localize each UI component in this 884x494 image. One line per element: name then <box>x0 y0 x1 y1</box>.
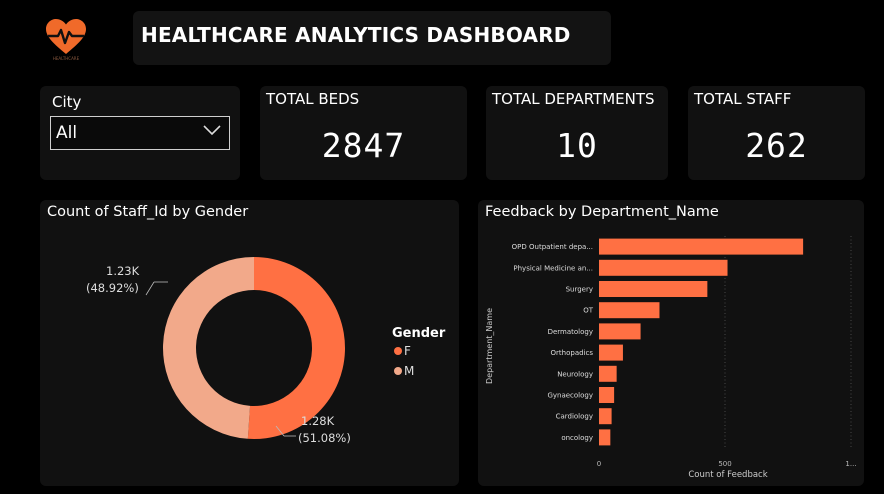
bar[interactable] <box>599 238 804 255</box>
bar[interactable] <box>599 365 617 382</box>
y-tick-label: Neurology <box>557 370 593 378</box>
legend-m-label[interactable]: M <box>404 364 414 378</box>
city-label: City <box>52 93 82 111</box>
legend-f-marker[interactable] <box>394 347 402 355</box>
total-staff-label: TOTAL STAFF <box>694 90 792 108</box>
y-tick-label: Cardiology <box>556 413 593 421</box>
y-tick-label: OT <box>583 307 594 315</box>
male-percent-label: (48.92%) <box>86 281 139 295</box>
x-tick-label: 500 <box>718 460 731 468</box>
logo-caption: HEALTHCARE <box>52 56 80 61</box>
total-departments-value: 10 <box>556 126 598 165</box>
bar[interactable] <box>599 302 660 319</box>
y-tick-label: oncology <box>561 434 593 442</box>
y-tick-label: Gynaecology <box>547 392 593 400</box>
male-value-label: 1.23K <box>106 264 140 278</box>
female-percent-label: (51.08%) <box>298 431 351 445</box>
bar[interactable] <box>599 387 615 403</box>
bar[interactable] <box>599 429 611 446</box>
y-tick-label: Dermatology <box>548 328 593 336</box>
title-card: HEALTHCARE ANALYTICS DASHBOARD <box>133 11 611 65</box>
bar[interactable] <box>599 323 641 340</box>
y-axis-title: Department_Name <box>485 308 494 384</box>
feedback-bar-card: Feedback by Department_Name Department_N… <box>478 200 864 486</box>
heart-pulse-icon <box>46 19 86 54</box>
total-departments-card: TOTAL DEPARTMENTS 10 <box>486 86 668 180</box>
total-beds-label: TOTAL BEDS <box>266 90 360 108</box>
total-staff-value: 262 <box>745 126 808 165</box>
y-tick-label: Orthopadics <box>551 349 594 357</box>
y-tick-label: OPD Outpatient depa... <box>512 243 593 251</box>
y-tick-label: Physical Medicine an... <box>513 264 593 272</box>
bar[interactable] <box>599 408 612 425</box>
page-title: HEALTHCARE ANALYTICS DASHBOARD <box>141 23 571 47</box>
x-axis-title: Count of Feedback <box>688 470 767 480</box>
female-value-label: 1.28K <box>301 414 335 428</box>
logo: HEALTHCARE <box>44 18 88 64</box>
y-tick-label: Surgery <box>566 286 593 294</box>
total-staff-card: TOTAL STAFF 262 <box>688 86 865 180</box>
total-beds-value: 2847 <box>321 126 406 165</box>
feedback-bar-chart: Department_Name Count of Feedback 0 500 1.… <box>485 236 857 480</box>
city-slicer: City All <box>40 86 240 180</box>
x-tick-label: 0 <box>597 460 601 468</box>
gender-donut-chart: 1.23K (48.92%) 1.28K (51.08%) Gender F M <box>86 257 446 445</box>
gender-donut-card: Count of Staff_Id by Gender 1.23K (48.92… <box>40 200 459 486</box>
city-dropdown-value: All <box>56 123 78 143</box>
legend-f-label[interactable]: F <box>404 344 411 358</box>
bar[interactable] <box>599 281 708 297</box>
chevron-down-icon <box>203 125 221 136</box>
bar[interactable] <box>599 259 728 276</box>
legend-title: Gender <box>392 326 446 341</box>
legend-m-marker[interactable] <box>394 367 402 375</box>
x-tick-label: 1... <box>845 460 856 468</box>
city-dropdown[interactable]: All <box>50 116 230 150</box>
donut-slice-f[interactable] <box>247 257 346 439</box>
donut-slice-m[interactable] <box>163 257 254 439</box>
total-beds-card: TOTAL BEDS 2847 <box>260 86 467 180</box>
total-departments-label: TOTAL DEPARTMENTS <box>492 90 655 108</box>
bar[interactable] <box>599 344 623 361</box>
